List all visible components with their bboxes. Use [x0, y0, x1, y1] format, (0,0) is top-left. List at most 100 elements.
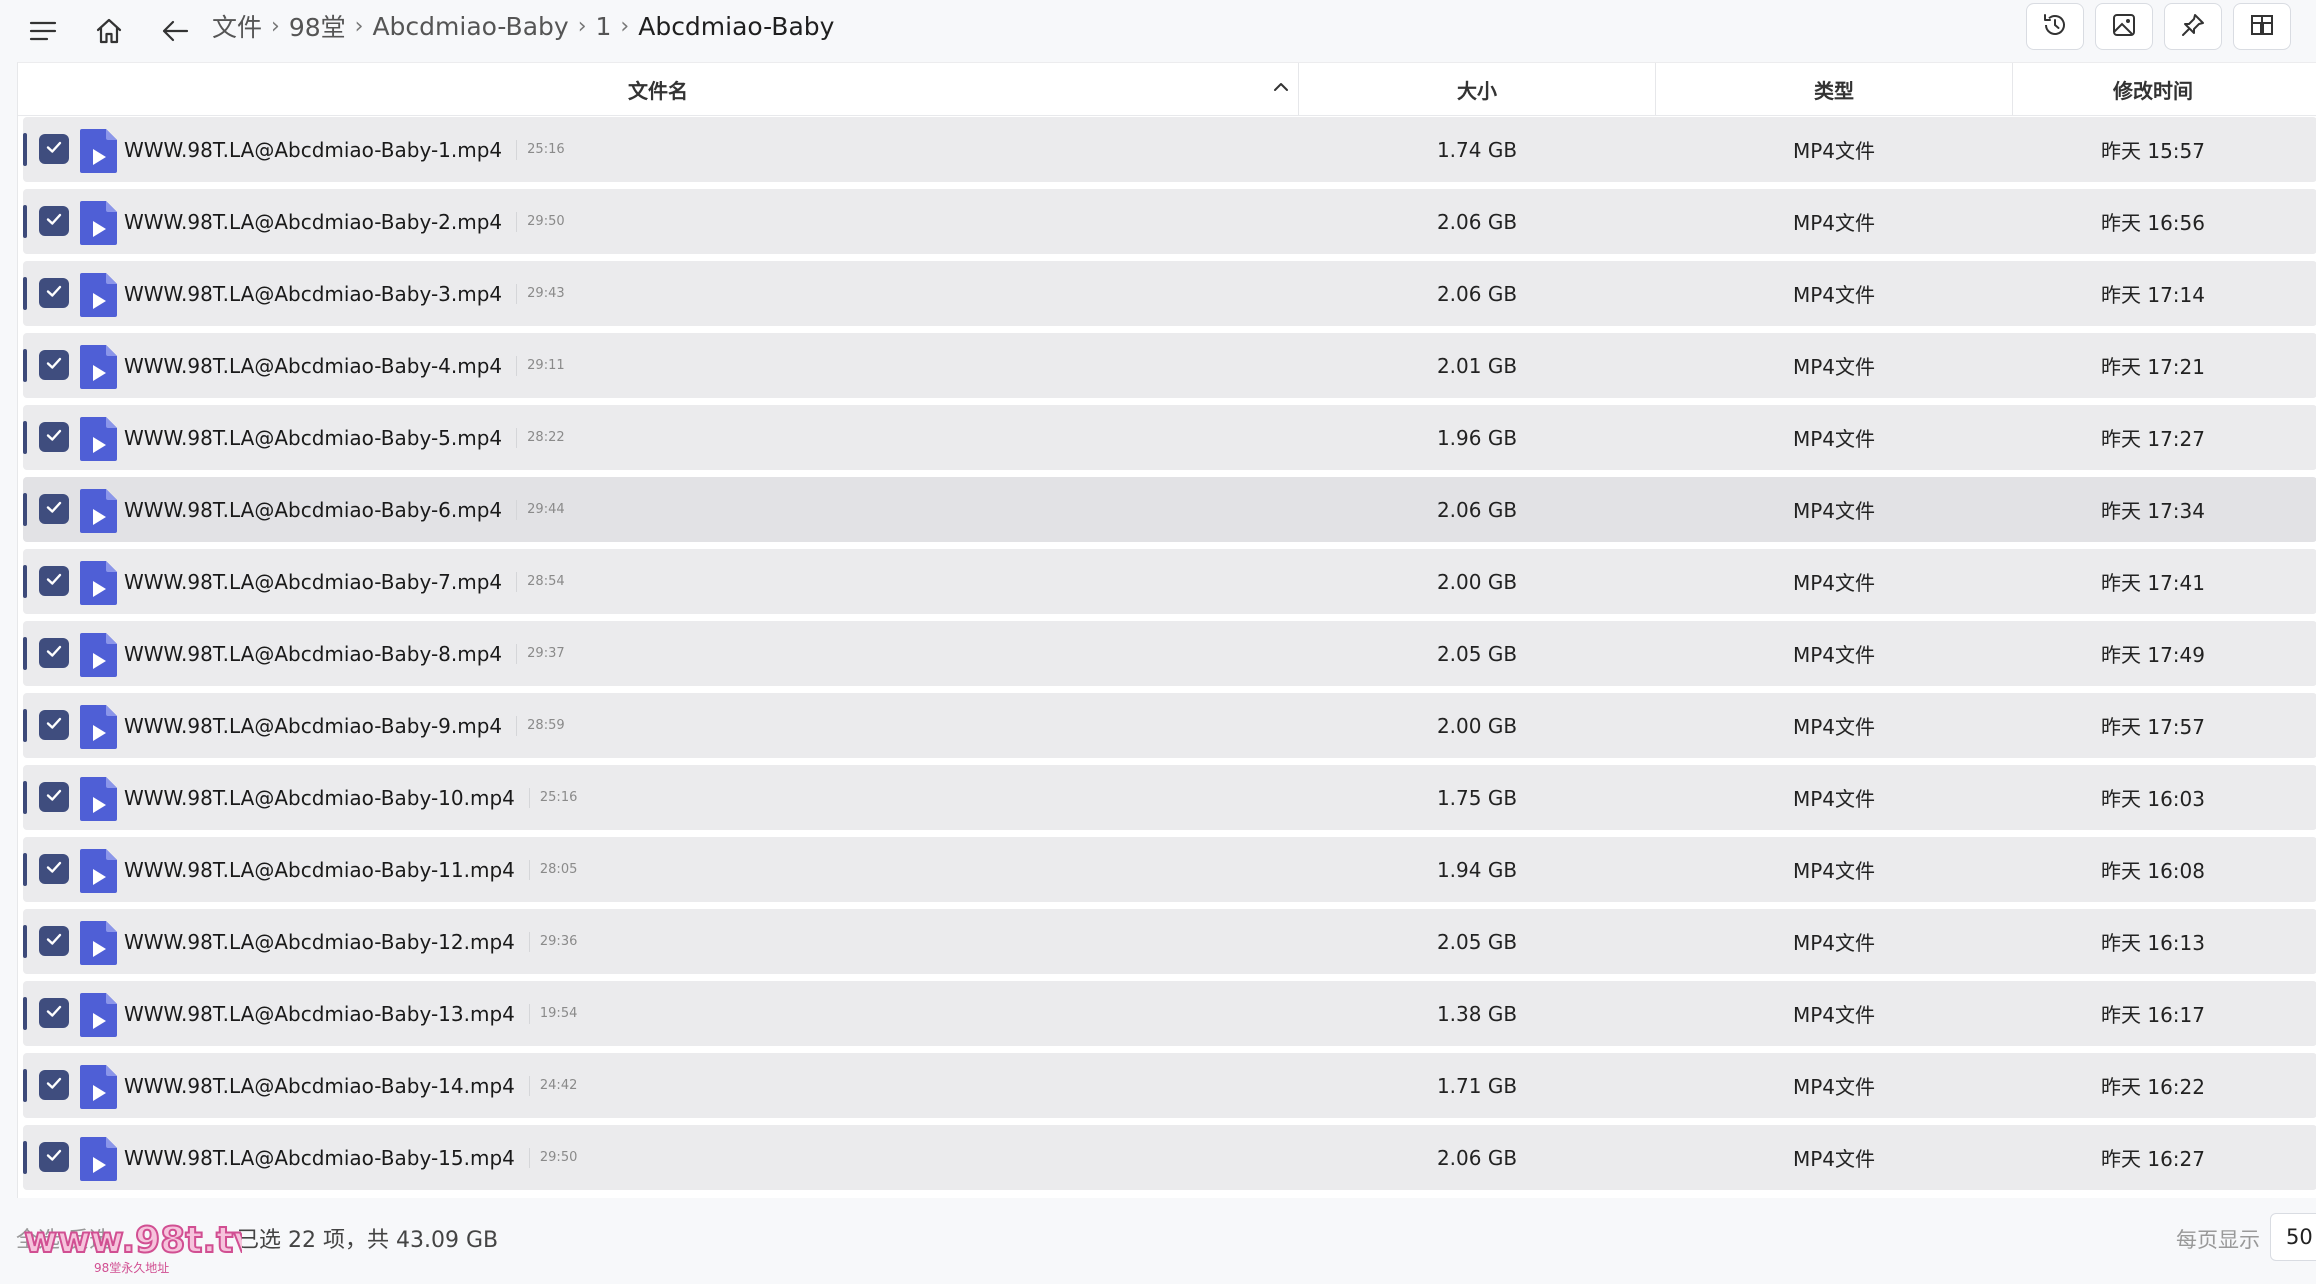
grid-button[interactable]: [2233, 3, 2291, 50]
row-checkbox[interactable]: [39, 134, 69, 164]
duration-label: 25:16: [528, 787, 577, 808]
table-row[interactable]: WWW.98T.LA@Abcdmiao-Baby-8.mp4 29:37 2.0…: [23, 621, 2316, 686]
file-size: 2.05 GB: [1436, 929, 1518, 954]
file-name-cell[interactable]: WWW.98T.LA@Abcdmiao-Baby-3.mp4 29:43: [124, 261, 565, 326]
row-checkbox[interactable]: [39, 278, 69, 308]
svg-text:98堂永久地址: 98堂永久地址: [94, 1261, 169, 1275]
duration-label: 28:59: [516, 715, 565, 736]
file-name: WWW.98T.LA@Abcdmiao-Baby-2.mp4: [124, 209, 503, 234]
chevron-up-icon[interactable]: [1272, 78, 1290, 100]
file-name-cell[interactable]: WWW.98T.LA@Abcdmiao-Baby-5.mp4 28:22: [124, 405, 565, 470]
column-header-size[interactable]: 大小: [1299, 63, 1655, 115]
watermark-logo: www.98t.tv 98堂永久地址: [22, 1218, 258, 1280]
table-row[interactable]: WWW.98T.LA@Abcdmiao-Baby-4.mp4 29:11 2.0…: [23, 333, 2316, 398]
file-name-cell[interactable]: WWW.98T.LA@Abcdmiao-Baby-14.mp4 24:42: [124, 1053, 577, 1118]
file-name-cell[interactable]: WWW.98T.LA@Abcdmiao-Baby-12.mp4 29:36: [124, 909, 577, 974]
row-checkbox[interactable]: [39, 494, 69, 524]
history-button[interactable]: [2026, 3, 2084, 50]
video-file-icon: [80, 417, 117, 461]
duration-label: 24:42: [528, 1075, 577, 1096]
row-checkbox[interactable]: [39, 782, 69, 812]
modified-time: 昨天 15:57: [2101, 139, 2205, 163]
row-checkbox[interactable]: [39, 1070, 69, 1100]
image-button[interactable]: [2095, 3, 2153, 50]
file-name: WWW.98T.LA@Abcdmiao-Baby-9.mp4: [124, 713, 503, 738]
table-row[interactable]: WWW.98T.LA@Abcdmiao-Baby-10.mp4 25:16 1.…: [23, 765, 2316, 830]
modified-time: 昨天 16:17: [2101, 1003, 2205, 1027]
selection-indicator: [23, 1141, 27, 1174]
check-icon: [44, 929, 64, 953]
table-row[interactable]: WWW.98T.LA@Abcdmiao-Baby-1.mp4 25:16 1.7…: [23, 117, 2316, 182]
row-checkbox[interactable]: [39, 926, 69, 956]
file-name: WWW.98T.LA@Abcdmiao-Baby-6.mp4: [124, 497, 503, 522]
row-checkbox[interactable]: [39, 1142, 69, 1172]
breadcrumb-item[interactable]: Abcdmiao-Baby: [372, 12, 568, 41]
breadcrumb-separator: ›: [271, 13, 280, 39]
column-header-modified[interactable]: 修改时间: [2013, 63, 2293, 115]
table-row[interactable]: WWW.98T.LA@Abcdmiao-Baby-9.mp4 28:59 2.0…: [23, 693, 2316, 758]
file-type: MP4文件: [1792, 859, 1876, 883]
row-checkbox[interactable]: [39, 710, 69, 740]
menu-icon[interactable]: [20, 8, 66, 54]
table-row[interactable]: WWW.98T.LA@Abcdmiao-Baby-13.mp4 19:54 1.…: [23, 981, 2316, 1046]
duration-label: 25:16: [516, 139, 565, 160]
duration-label: 29:36: [528, 931, 577, 952]
file-size: 1.38 GB: [1436, 1001, 1518, 1026]
modified-time: 昨天 17:27: [2101, 427, 2205, 451]
table-row[interactable]: WWW.98T.LA@Abcdmiao-Baby-3.mp4 29:43 2.0…: [23, 261, 2316, 326]
file-name-cell[interactable]: WWW.98T.LA@Abcdmiao-Baby-1.mp4 25:16: [124, 117, 565, 182]
column-header-name[interactable]: 文件名: [18, 63, 1298, 115]
selection-indicator: [23, 1069, 27, 1102]
row-checkbox[interactable]: [39, 422, 69, 452]
row-checkbox[interactable]: [39, 854, 69, 884]
modified-time: 昨天 17:49: [2101, 643, 2205, 667]
per-page-select[interactable]: 50: [2270, 1213, 2316, 1261]
video-file-icon: [80, 777, 117, 821]
duration-label: 28:05: [528, 859, 577, 880]
table-row[interactable]: WWW.98T.LA@Abcdmiao-Baby-14.mp4 24:42 1.…: [23, 1053, 2316, 1118]
check-icon: [44, 1001, 64, 1025]
selection-indicator: [23, 853, 27, 886]
file-name-cell[interactable]: WWW.98T.LA@Abcdmiao-Baby-6.mp4 29:44: [124, 477, 565, 542]
table-row[interactable]: WWW.98T.LA@Abcdmiao-Baby-2.mp4 29:50 2.0…: [23, 189, 2316, 254]
file-name-cell[interactable]: WWW.98T.LA@Abcdmiao-Baby-10.mp4 25:16: [124, 765, 577, 830]
file-name-cell[interactable]: WWW.98T.LA@Abcdmiao-Baby-9.mp4 28:59: [124, 693, 565, 758]
modified-time: 昨天 16:13: [2101, 931, 2205, 955]
row-checkbox[interactable]: [39, 998, 69, 1028]
table-row[interactable]: WWW.98T.LA@Abcdmiao-Baby-15.mp4 29:50 2.…: [23, 1125, 2316, 1190]
breadcrumb-item[interactable]: 98堂: [289, 8, 346, 44]
column-header-type[interactable]: 类型: [1656, 63, 2012, 115]
modified-time: 昨天 17:34: [2101, 499, 2205, 523]
selection-indicator: [23, 205, 27, 238]
file-type: MP4文件: [1792, 1075, 1876, 1099]
file-name-cell[interactable]: WWW.98T.LA@Abcdmiao-Baby-11.mp4 28:05: [124, 837, 577, 902]
file-name-cell[interactable]: WWW.98T.LA@Abcdmiao-Baby-8.mp4 29:37: [124, 621, 565, 686]
modified-time: 昨天 17:41: [2101, 571, 2205, 595]
modified-time: 昨天 16:08: [2101, 859, 2205, 883]
breadcrumb-item[interactable]: 文件: [212, 8, 262, 44]
file-type: MP4文件: [1792, 1003, 1876, 1027]
breadcrumb-item[interactable]: 1: [596, 12, 612, 41]
table-row[interactable]: WWW.98T.LA@Abcdmiao-Baby-7.mp4 28:54 2.0…: [23, 549, 2316, 614]
home-icon[interactable]: [86, 8, 132, 54]
row-checkbox[interactable]: [39, 206, 69, 236]
row-checkbox[interactable]: [39, 638, 69, 668]
file-type: MP4文件: [1792, 355, 1876, 379]
table-row[interactable]: WWW.98T.LA@Abcdmiao-Baby-5.mp4 28:22 1.9…: [23, 405, 2316, 470]
row-checkbox[interactable]: [39, 350, 69, 380]
svg-text:www.98t.tv: www.98t.tv: [24, 1220, 242, 1261]
file-name-cell[interactable]: WWW.98T.LA@Abcdmiao-Baby-7.mp4 28:54: [124, 549, 565, 614]
file-name-cell[interactable]: WWW.98T.LA@Abcdmiao-Baby-15.mp4 29:50: [124, 1125, 577, 1190]
back-arrow-icon[interactable]: [152, 8, 198, 54]
pin-button[interactable]: [2164, 3, 2222, 50]
table-row[interactable]: WWW.98T.LA@Abcdmiao-Baby-12.mp4 29:36 2.…: [23, 909, 2316, 974]
table-row[interactable]: WWW.98T.LA@Abcdmiao-Baby-11.mp4 28:05 1.…: [23, 837, 2316, 902]
file-name-cell[interactable]: WWW.98T.LA@Abcdmiao-Baby-4.mp4 29:11: [124, 333, 565, 398]
video-file-icon: [80, 345, 117, 389]
duration-label: 29:43: [516, 283, 565, 304]
file-name-cell[interactable]: WWW.98T.LA@Abcdmiao-Baby-13.mp4 19:54: [124, 981, 577, 1046]
selection-indicator: [23, 421, 27, 454]
row-checkbox[interactable]: [39, 566, 69, 596]
table-row[interactable]: WWW.98T.LA@Abcdmiao-Baby-6.mp4 29:44 2.0…: [23, 477, 2316, 542]
file-name-cell[interactable]: WWW.98T.LA@Abcdmiao-Baby-2.mp4 29:50: [124, 189, 565, 254]
